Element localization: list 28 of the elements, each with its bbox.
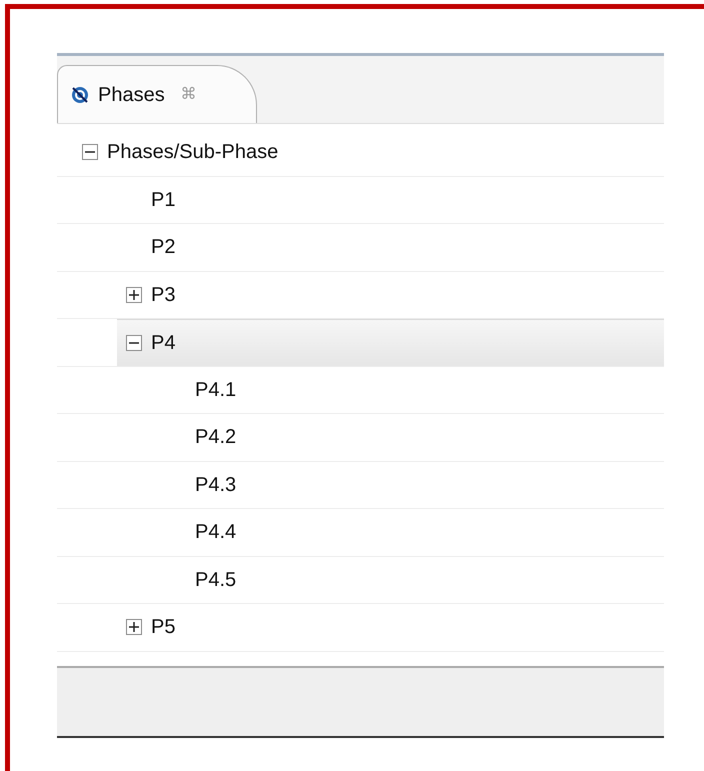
tree-row[interactable]: Phases/Sub-Phase (82, 129, 664, 176)
tab[interactable]: Phases ⌘ (57, 65, 257, 123)
tree-label: P4.5 (195, 568, 236, 593)
tree-label: P5 (151, 615, 176, 640)
tree-label: P4.3 (195, 472, 236, 498)
forbidden-icon (70, 84, 90, 104)
tree-row[interactable]: P4.1 (170, 366, 664, 413)
expand-icon[interactable] (126, 286, 142, 303)
tree-row[interactable]: P4 (117, 319, 664, 366)
tree-row[interactable]: P2 (126, 224, 664, 270)
tree-row[interactable]: P3 (126, 272, 664, 318)
tree-label: P3 (151, 282, 176, 308)
expand-icon[interactable] (126, 619, 142, 636)
tree-row[interactable]: P4.2 (170, 414, 664, 460)
tree-label: P4.2 (195, 425, 236, 450)
tree-label: P4.1 (195, 378, 236, 403)
tree-label: P4 (151, 330, 176, 356)
tree-label: P1 (151, 188, 176, 213)
tree-label: P2 (151, 235, 176, 260)
tree-row[interactable]: P4.4 (170, 509, 664, 556)
tree-row[interactable]: P5 (126, 604, 664, 650)
tree-label: P4.4 (195, 520, 236, 546)
tree-row[interactable]: P1 (126, 176, 664, 223)
collapse-icon[interactable] (126, 334, 142, 351)
collapse-icon[interactable] (82, 144, 98, 160)
tree-row[interactable]: P4.5 (170, 556, 664, 603)
tree-row[interactable]: P4.3 (170, 462, 664, 508)
tree-label: Phases/Sub-Phase (107, 140, 278, 166)
